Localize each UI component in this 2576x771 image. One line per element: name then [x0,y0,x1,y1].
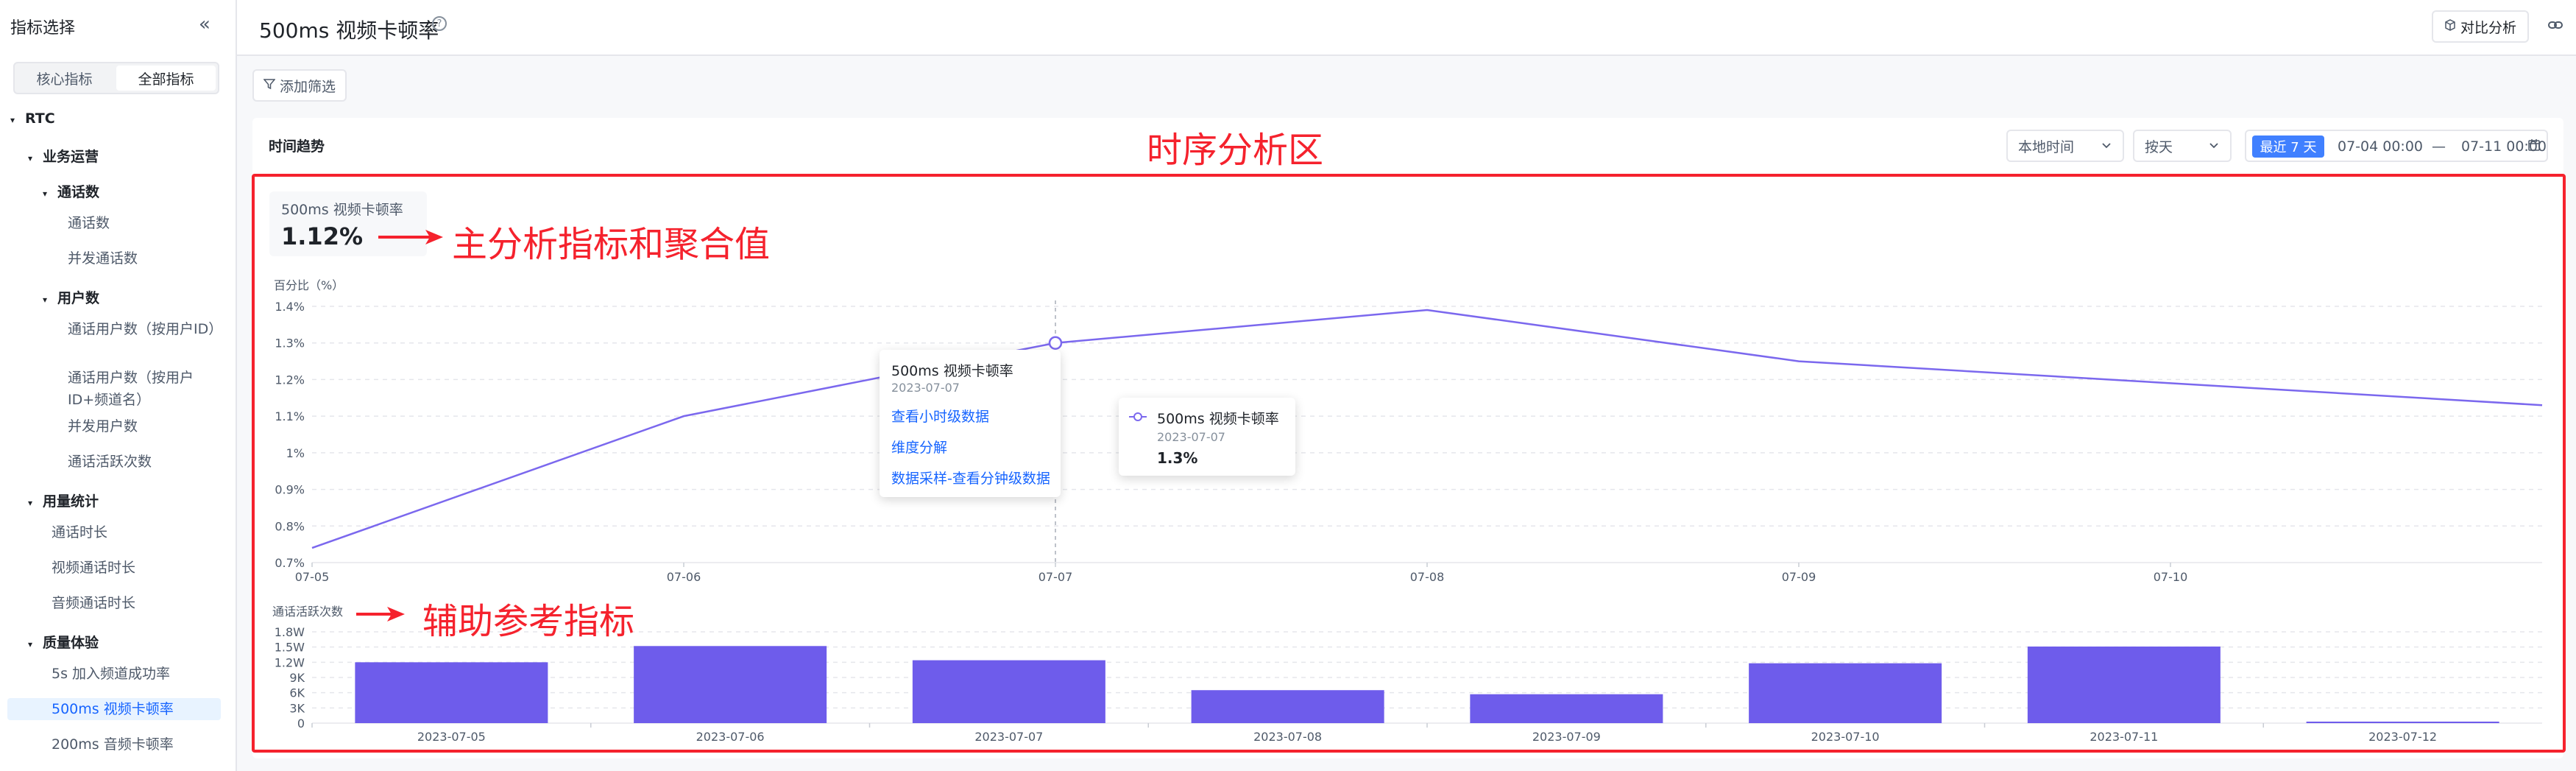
annotation-arrows [356,230,443,622]
arrow-icon [356,607,405,622]
arrow-icon [378,230,443,244]
